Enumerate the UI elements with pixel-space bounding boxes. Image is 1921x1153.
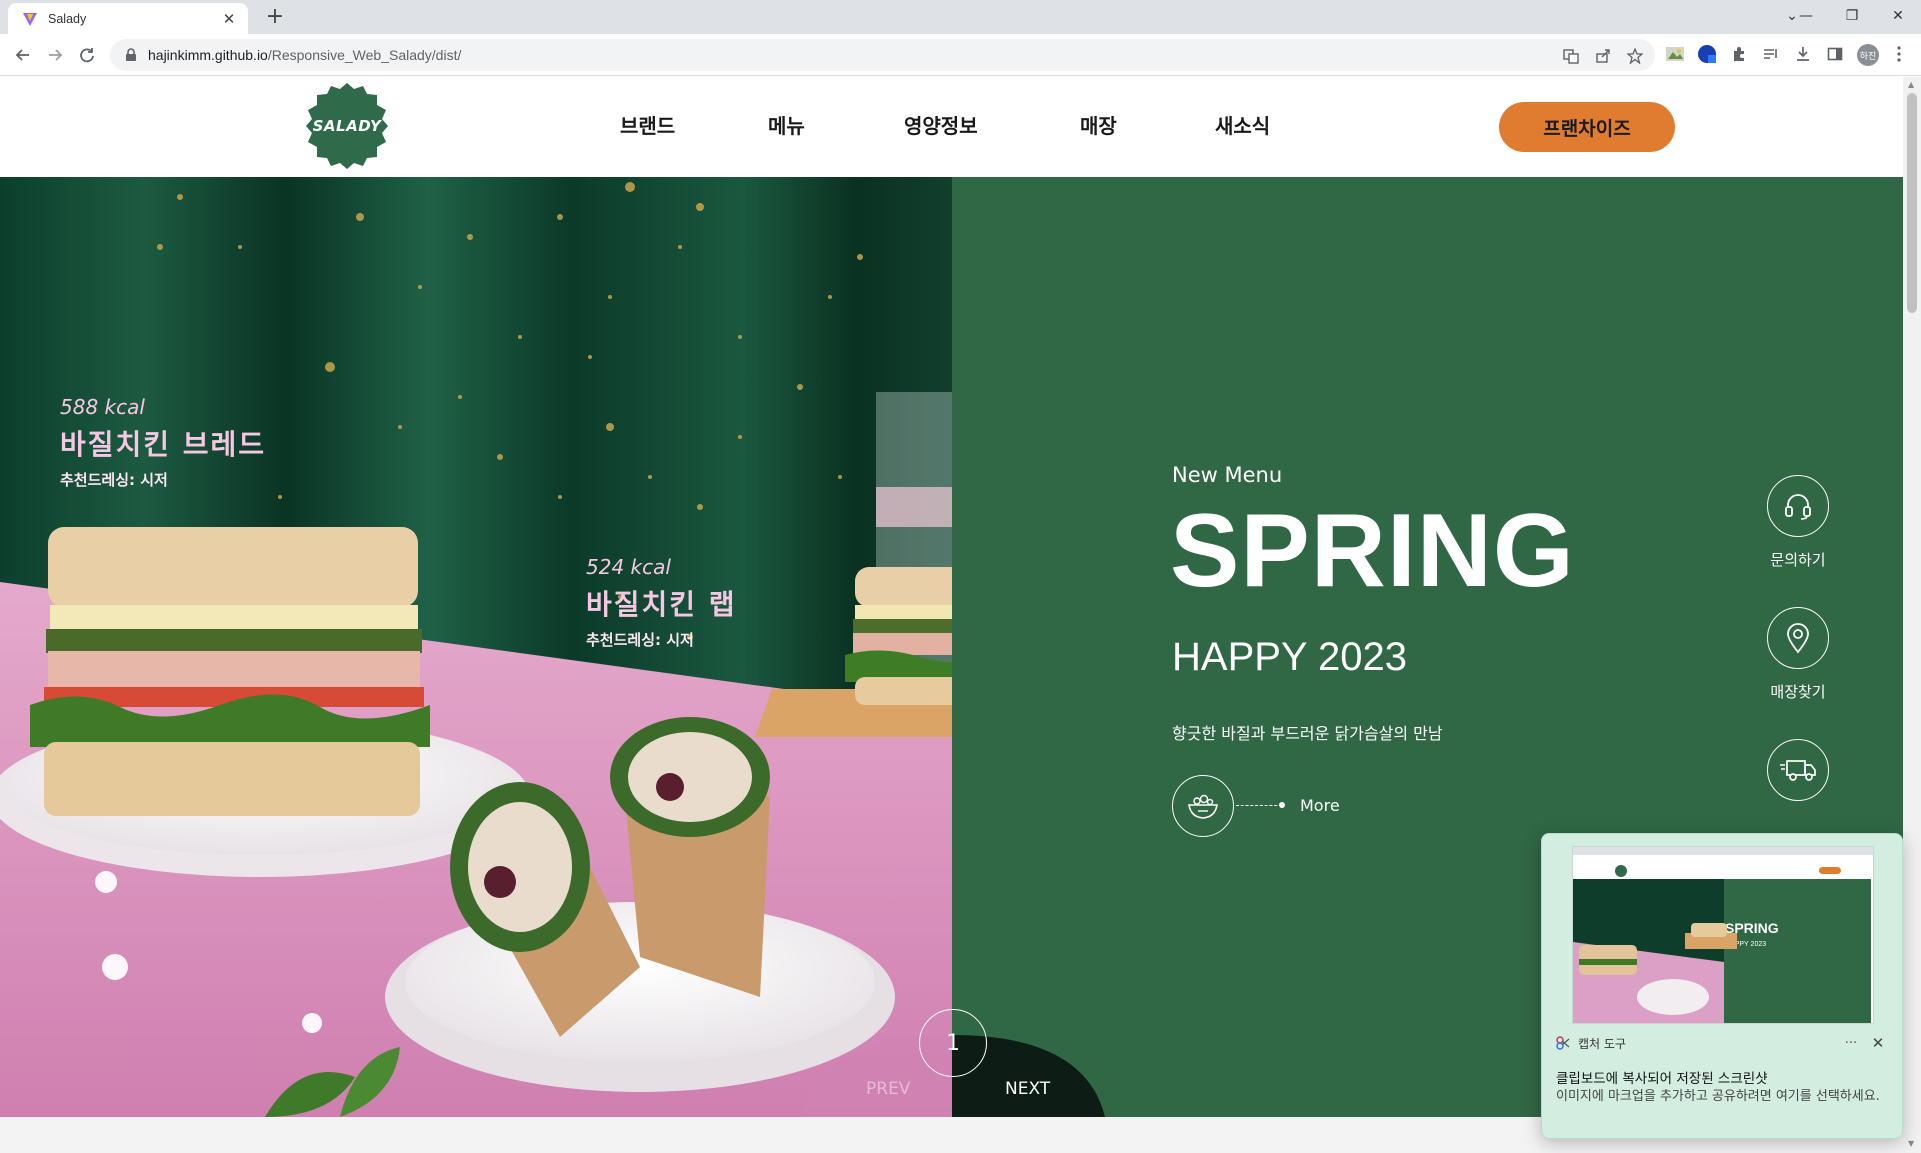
hero-tagline: 향긋한 바질과 부드러운 닭가슴살의 만남: [1172, 724, 1443, 743]
item1-kcal: 588 kcal: [60, 395, 145, 419]
main-nav: 브랜드 메뉴 영양정보 매장 새소식: [620, 110, 1315, 139]
browser-tab[interactable]: Salady ✕: [8, 3, 248, 34]
toast-title: 클립보드에 복사되어 저장된 스크린샷: [1556, 1071, 1768, 1087]
reload-button[interactable]: [74, 42, 100, 68]
nav-item-brand[interactable]: 브랜드: [620, 110, 768, 139]
tab-close-icon[interactable]: ✕: [220, 10, 238, 28]
browser-menu-icon[interactable]: [1888, 43, 1910, 65]
arrow-left-icon: [15, 49, 29, 61]
store-finder-button[interactable]: [1767, 607, 1829, 669]
prev-button[interactable]: PREV: [866, 1079, 910, 1099]
more-dashed-line: [1236, 805, 1282, 806]
image-extension-icon[interactable]: [1664, 43, 1686, 65]
page-scrollbar[interactable]: ▲ ▼: [1903, 77, 1921, 1153]
photo-caption-2: 524 kcal 바질치킨 랩 추천드레싱: 시저: [586, 555, 737, 650]
puzzle-extensions-icon[interactable]: [1728, 43, 1750, 65]
store-finder-label[interactable]: 매장찾기: [1748, 681, 1848, 702]
download-icon[interactable]: [1792, 43, 1814, 65]
bookmark-star-icon[interactable]: [1626, 47, 1644, 65]
restore-button[interactable]: ❐: [1829, 4, 1875, 28]
hero-subheadline: HAPPY 2023: [1172, 635, 1407, 679]
url-host: hajinkimm.github.io: [148, 47, 268, 63]
browser-toolbar: hajinkimm.github.io/Responsive_Web_Salad…: [0, 34, 1921, 76]
thumbnail-preview-image: SPRING HAPPY 2023: [1573, 847, 1873, 1023]
slide-counter: 1: [919, 1009, 987, 1077]
nav-item-store[interactable]: 매장: [1080, 110, 1215, 139]
translate-icon[interactable]: [1562, 47, 1580, 65]
next-button[interactable]: NEXT: [1005, 1079, 1050, 1099]
logo-text: SALADY: [312, 117, 382, 135]
reload-icon: [80, 48, 94, 63]
nav-item-menu[interactable]: 메뉴: [768, 110, 904, 139]
item2-kcal: 524 kcal: [586, 555, 671, 579]
delivery-button[interactable]: [1767, 739, 1829, 801]
window-close-button[interactable]: ✕: [1875, 4, 1921, 28]
toast-app-name: 캡처 도구: [1578, 1036, 1626, 1051]
extension-blue-icon[interactable]: [1696, 43, 1718, 65]
more-dot: [1279, 802, 1285, 808]
toast-close-icon[interactable]: ✕: [1866, 1034, 1890, 1052]
snipping-tool-notification[interactable]: SPRING HAPPY 2023 캡처 도구 ··· ✕ 클립보드에 복사되어…: [1541, 833, 1903, 1139]
contact-label[interactable]: 문의하기: [1748, 549, 1848, 570]
headset-icon: [1785, 494, 1811, 520]
toast-header: 캡처 도구 ··· ✕: [1556, 1032, 1890, 1054]
more-button[interactable]: [1172, 775, 1234, 837]
browser-tabstrip: Salady ✕ + ⌄ — ❐ ✕: [0, 0, 1921, 34]
more-link[interactable]: More: [1300, 796, 1340, 815]
snipping-tool-icon: [1556, 1036, 1570, 1050]
nav-item-nutrition[interactable]: 영양정보: [904, 110, 1080, 139]
photo-caption-1: 588 kcal 바질치킨 브레드 추천드레싱: 시저: [60, 395, 266, 490]
item2-dressing: 추천드레싱: 시저: [586, 631, 694, 649]
side-panel-icon[interactable]: [1824, 43, 1846, 65]
contact-button[interactable]: [1767, 475, 1829, 537]
minimize-button[interactable]: —: [1783, 4, 1829, 28]
arrow-right-icon: [49, 49, 63, 61]
menu-photo-illustration: [0, 177, 952, 1117]
scroll-down-arrow-icon[interactable]: ▼: [1908, 1139, 1914, 1148]
item1-dressing: 추천드레싱: 시저: [60, 471, 168, 489]
tab-title: Salady: [48, 11, 87, 26]
scrollbar-thumb[interactable]: [1907, 93, 1917, 313]
hero-headline: SPRING: [1170, 493, 1575, 609]
share-icon[interactable]: [1594, 47, 1612, 65]
nav-item-news[interactable]: 새소식: [1215, 110, 1315, 139]
salad-bowl-icon: [1188, 794, 1218, 819]
new-tab-button[interactable]: +: [262, 5, 288, 29]
toast-body: 이미지에 마크업을 추가하고 공유하려면 여기를 선택하세요.: [1556, 1089, 1880, 1104]
profile-avatar[interactable]: 하진: [1857, 44, 1879, 66]
back-button[interactable]: [10, 42, 36, 68]
item1-name: 바질치킨 브레드: [60, 428, 267, 461]
site-header: SALADY 브랜드 메뉴 영양정보 매장 새소식 프랜차이즈: [0, 77, 1903, 177]
forward-button[interactable]: [42, 42, 68, 68]
scroll-up-arrow-icon[interactable]: ▲: [1908, 80, 1914, 89]
lock-icon: [126, 48, 136, 61]
screenshot-thumbnail[interactable]: SPRING HAPPY 2023: [1572, 846, 1874, 1024]
item2-name: 바질치킨 랩: [586, 588, 737, 621]
delivery-truck-icon: [1780, 760, 1816, 781]
reading-list-icon[interactable]: [1760, 43, 1782, 65]
franchise-button[interactable]: 프랜차이즈: [1499, 102, 1675, 152]
vite-favicon-icon: [23, 12, 37, 26]
url-path: /Responsive_Web_Salady/dist/: [267, 47, 462, 63]
address-bar[interactable]: hajinkimm.github.io/Responsive_Web_Salad…: [110, 39, 1655, 71]
hero-eyebrow: New Menu: [1172, 463, 1283, 487]
map-pin-icon: [1787, 623, 1809, 654]
toast-more-icon[interactable]: ···: [1836, 1036, 1866, 1051]
hero-photo: 588 kcal 바질치킨 브레드 추천드레싱: 시저 524 kcal 바질치…: [0, 177, 952, 1117]
salady-logo[interactable]: SALADY: [302, 81, 392, 171]
